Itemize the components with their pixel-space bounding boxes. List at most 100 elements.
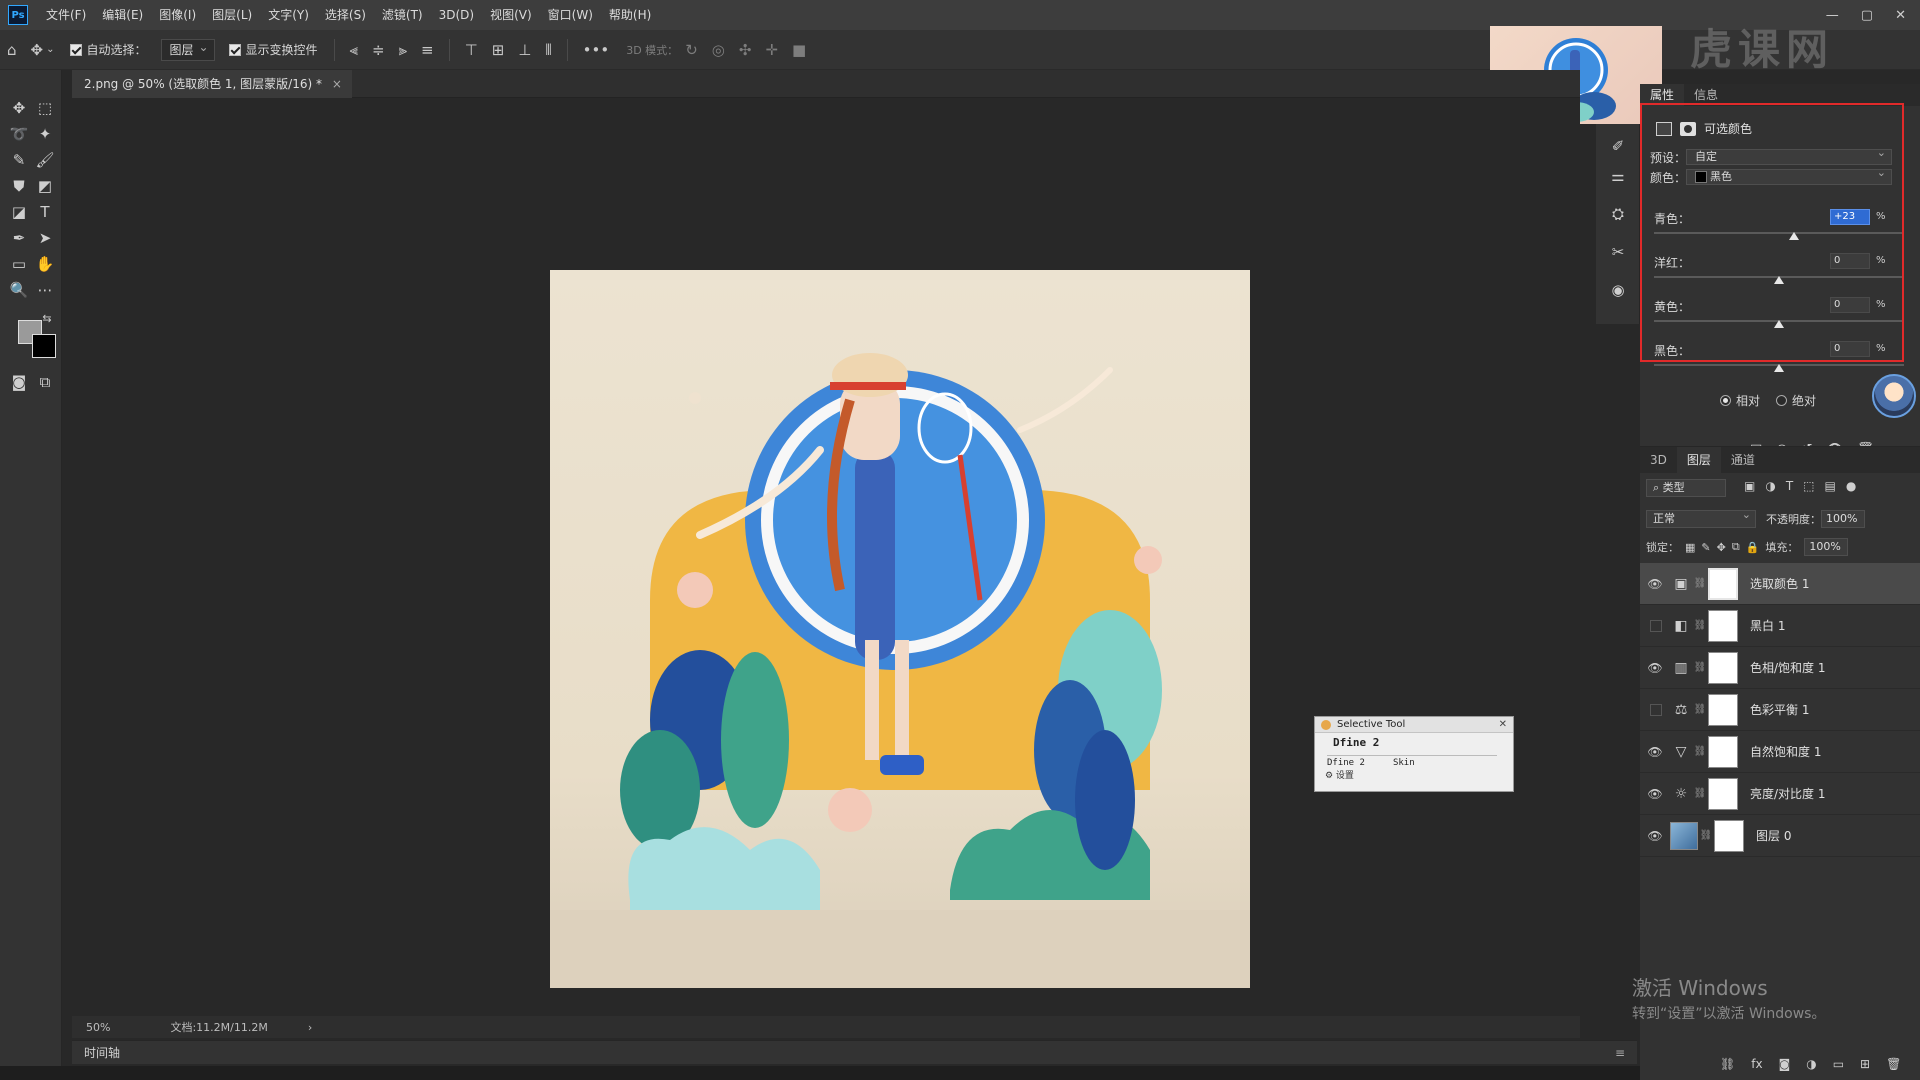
chain-link-icon[interactable]: ⛓	[1692, 662, 1708, 673]
colors-dropdown[interactable]: 黑色	[1686, 166, 1893, 185]
distribute-icon[interactable]: ≡	[421, 41, 434, 59]
menu-image[interactable]: 图像(I)	[151, 0, 204, 30]
type-tool-icon[interactable]: T	[32, 200, 58, 224]
tab-info[interactable]: 信息	[1684, 84, 1728, 106]
layer-row-layer-0[interactable]: 👁 ⛓ 图层 0	[1640, 815, 1920, 857]
black-value-input[interactable]: 0	[1830, 341, 1870, 357]
cyan-value-input[interactable]: +23	[1830, 209, 1870, 225]
image-canvas[interactable]	[550, 270, 1250, 988]
layer-filter-dropdown[interactable]: ⌕ 类型	[1646, 479, 1726, 497]
tab-3d[interactable]: 3D	[1640, 447, 1677, 473]
filter-smart-object-icon[interactable]: ▤	[1825, 479, 1836, 493]
eye-icon[interactable]: 👁	[1640, 661, 1670, 675]
fill-input[interactable]: 100%	[1804, 538, 1849, 556]
preset-dropdown[interactable]: 自定	[1686, 146, 1893, 165]
timeline-panel-bar[interactable]: 时间轴 ≡	[72, 1040, 1637, 1064]
3d-slide-icon[interactable]: ✛	[765, 41, 778, 59]
screen-mode-icon[interactable]: ⧉	[32, 370, 58, 394]
adjustments-icon[interactable]: ⚌	[1608, 166, 1628, 186]
restore-button[interactable]: ▢	[1861, 8, 1873, 23]
layer-mask-thumbnail[interactable]	[1708, 735, 1738, 768]
layer-mask-thumbnail[interactable]	[1708, 777, 1738, 810]
chain-link-icon[interactable]: ⛓	[1692, 788, 1708, 799]
filter-sub-dfine[interactable]: Dfine 2	[1327, 758, 1365, 768]
layer-mask-icon[interactable]	[1680, 121, 1696, 136]
yellow-slider-thumb[interactable]	[1774, 320, 1784, 328]
layer-row-brightness-contrast[interactable]: 👁 ☼ ⛓ 亮度/对比度 1	[1640, 773, 1920, 815]
chain-link-icon[interactable]: ⛓	[1692, 620, 1708, 631]
magenta-value-input[interactable]: 0	[1830, 253, 1870, 269]
lock-position-icon[interactable]: ✥	[1717, 541, 1726, 554]
menu-window[interactable]: 窗口(W)	[540, 0, 601, 30]
new-group-icon[interactable]: ▭	[1833, 1057, 1844, 1071]
3d-roll-icon[interactable]: ◎	[712, 41, 725, 59]
3d-rotate-icon[interactable]: ↻	[685, 41, 698, 59]
menu-help[interactable]: 帮助(H)	[601, 0, 659, 30]
layer-mask-thumbnail[interactable]	[1708, 609, 1738, 642]
align-right-icon[interactable]: ⫸	[399, 41, 407, 59]
new-adjustment-icon[interactable]: ◑	[1806, 1057, 1816, 1071]
fx-icon[interactable]: fx	[1751, 1057, 1762, 1071]
layer-mask-thumbnail[interactable]	[1708, 693, 1738, 726]
zoom-level[interactable]: 50%	[86, 1021, 110, 1034]
add-mask-icon[interactable]: ◙	[1779, 1057, 1791, 1071]
image-layer-thumbnail[interactable]	[1670, 821, 1698, 850]
lock-artboard-icon[interactable]: ⧉	[1732, 540, 1740, 554]
lock-pixels-icon[interactable]: ✎	[1701, 541, 1710, 554]
layer-mask-thumbnail[interactable]	[1708, 567, 1738, 600]
filter-group-name[interactable]: Dfine 2	[1315, 733, 1513, 749]
method-absolute-radio[interactable]: 绝对	[1776, 392, 1816, 409]
close-button[interactable]: ✕	[1895, 8, 1906, 23]
cyan-slider-thumb[interactable]	[1789, 232, 1799, 240]
panel-menu-icon[interactable]: ≡	[1615, 1041, 1625, 1065]
link-layers-icon[interactable]: ⛓	[1720, 1057, 1735, 1071]
brush-settings-icon[interactable]: ✐	[1608, 136, 1628, 156]
yellow-value-input[interactable]: 0	[1830, 297, 1870, 313]
pen-tool-icon[interactable]: ✒	[6, 226, 32, 250]
status-expand-arrow[interactable]: ›	[308, 1021, 312, 1034]
eye-hidden-icon[interactable]	[1640, 704, 1670, 716]
tab-layers[interactable]: 图层	[1676, 447, 1721, 473]
lasso-tool-icon[interactable]: ➰	[6, 122, 32, 146]
auto-select-checkbox[interactable]: 自动选择：	[69, 41, 147, 58]
more-tools-icon[interactable]: ⋯	[32, 278, 58, 302]
magic-wand-tool-icon[interactable]: ✦	[32, 122, 58, 146]
zoom-tool-icon[interactable]: 🔍	[6, 278, 32, 302]
chain-link-icon[interactable]: ⛓	[1698, 830, 1714, 841]
close-icon[interactable]: ×	[332, 70, 342, 98]
chain-link-icon[interactable]: ⛓	[1692, 578, 1708, 589]
new-layer-icon[interactable]: ⊞	[1860, 1057, 1870, 1071]
filter-toggle-icon[interactable]: ●	[1846, 479, 1856, 493]
chevron-down-icon[interactable]: ⌄	[46, 44, 54, 55]
layer-row-color-balance[interactable]: ⚖ ⛓ 色彩平衡 1	[1640, 689, 1920, 731]
marquee-tool-icon[interactable]: ⬚	[32, 96, 58, 120]
chain-link-icon[interactable]: ⛓	[1692, 746, 1708, 757]
layer-row-vibrance[interactable]: 👁 ▽ ⛓ 自然饱和度 1	[1640, 731, 1920, 773]
eyedropper-tool-icon[interactable]: ✎	[6, 148, 32, 172]
menu-select[interactable]: 选择(S)	[317, 0, 374, 30]
background-color-swatch[interactable]	[32, 334, 56, 358]
selective-tool-titlebar[interactable]: Selective Tool ✕	[1315, 717, 1513, 733]
menu-3d[interactable]: 3D(D)	[431, 0, 482, 30]
eraser-tool-icon[interactable]: ◩	[32, 174, 58, 198]
align-bottom-icon[interactable]: ⊥	[518, 41, 531, 59]
3d-drag-icon[interactable]: ✣	[739, 41, 752, 59]
eye-icon[interactable]: 👁	[1640, 787, 1670, 801]
eye-icon[interactable]: 👁	[1640, 745, 1670, 759]
lock-transparent-icon[interactable]: ▦	[1685, 541, 1695, 554]
close-icon[interactable]: ✕	[1499, 717, 1507, 733]
method-relative-radio[interactable]: 相对	[1720, 392, 1760, 409]
move-tool-icon[interactable]: ✥	[6, 96, 32, 120]
auto-select-target-dropdown[interactable]: 图层	[160, 37, 215, 61]
menu-file[interactable]: 文件(F)	[38, 0, 94, 30]
chain-link-icon[interactable]: ⛓	[1692, 704, 1708, 715]
menu-layer[interactable]: 图层(L)	[204, 0, 260, 30]
document-tab[interactable]: 2.png @ 50% (选取颜色 1, 图层蒙版/16) * ×	[72, 70, 352, 98]
tab-channels[interactable]: 通道	[1721, 447, 1765, 473]
libraries-icon[interactable]: ◉	[1608, 280, 1628, 300]
menu-view[interactable]: 视图(V)	[482, 0, 540, 30]
stamp-tool-icon[interactable]: ⛊	[6, 174, 32, 198]
home-icon[interactable]: ⌂	[7, 41, 17, 59]
layer-mask-thumbnail[interactable]	[1714, 819, 1744, 852]
menu-type[interactable]: 文字(Y)	[260, 0, 317, 30]
